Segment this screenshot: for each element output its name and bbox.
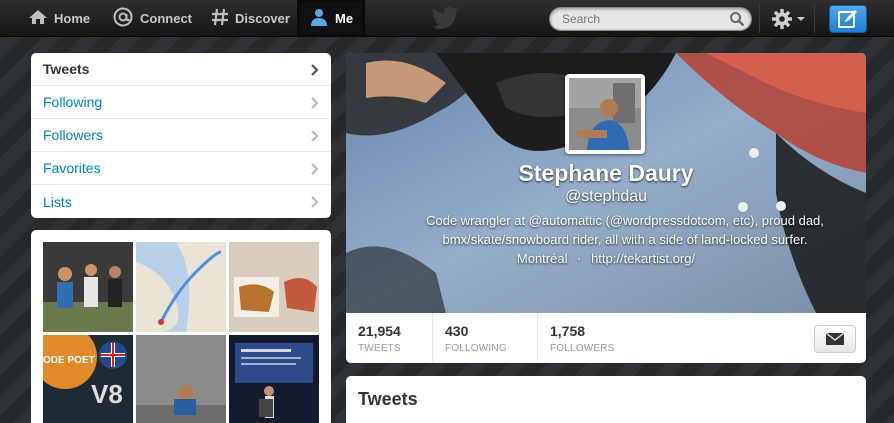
separator-dot: ·	[577, 251, 582, 266]
media-thumbnail[interactable]	[136, 242, 226, 332]
nav-connect-label: Connect	[140, 11, 192, 26]
nav-discover[interactable]: Discover	[211, 0, 290, 37]
stat-label: FOLLOWERS	[550, 343, 615, 354]
chevron-right-icon	[311, 196, 319, 208]
home-icon	[28, 9, 48, 28]
profile-nav-label: Followers	[43, 127, 103, 143]
nav-me[interactable]: Me	[297, 0, 365, 37]
avatar[interactable]	[565, 74, 645, 154]
chevron-right-icon	[311, 97, 319, 109]
profile-bio-line: bmx/skate/snowboard rider, all with a si…	[442, 232, 808, 247]
chevron-right-icon	[311, 163, 319, 175]
profile-stats: 21,954 TWEETS 430 FOLLOWING 1,758 FOLLOW…	[346, 313, 866, 363]
profile-location-line: Montréal · http://tekartist.org/	[346, 251, 866, 266]
top-navigation-bar: Home Connect Discover Me	[0, 0, 894, 37]
direct-message-button[interactable]	[814, 325, 856, 353]
profile-nav-label: Following	[43, 94, 103, 110]
chevron-right-icon	[311, 64, 319, 76]
search-icon[interactable]	[729, 11, 745, 27]
profile-nav-label: Lists	[43, 193, 72, 210]
profile-location: Montréal	[516, 251, 568, 266]
profile-header-image: Stephane Daury @stephdau Code wrangler a…	[346, 53, 866, 313]
profile-nav-tweets[interactable]: Tweets	[31, 53, 331, 86]
gear-icon[interactable]	[771, 8, 793, 30]
at-icon	[112, 7, 134, 30]
compose-icon	[838, 10, 857, 28]
nav-discover-label: Discover	[235, 11, 290, 26]
stat-following[interactable]: 430 FOLLOWING	[445, 323, 507, 354]
twitter-bird-icon[interactable]	[432, 6, 460, 30]
chevron-right-icon	[311, 130, 319, 142]
stat-value: 430	[445, 323, 469, 339]
stat-label: FOLLOWING	[445, 343, 507, 354]
media-thumbnail[interactable]	[43, 242, 133, 332]
profile-bio: Code wrangler at @automattic (@wordpress…	[346, 211, 866, 249]
profile-nav-lists[interactable]: Lists	[31, 185, 331, 218]
topbar-divider	[814, 4, 815, 33]
profile-nav-favorites[interactable]: Favorites	[31, 152, 331, 185]
profile-handle: @stephdau	[564, 188, 648, 205]
search-input[interactable]	[549, 7, 752, 31]
stat-value: 1,758	[550, 323, 586, 339]
profile-nav-label: Tweets	[43, 61, 90, 77]
nav-me-label: Me	[335, 11, 354, 26]
profile-card: Stephane Daury @stephdau Code wrangler a…	[346, 53, 866, 363]
profile-url-link[interactable]: http://tekartist.org/	[591, 251, 695, 266]
profile-nav-menu: Tweets Following Followers Favorites Lis…	[31, 53, 331, 218]
profile-bio-line: Code wrangler at @automattic (@wordpress…	[426, 213, 824, 228]
stat-label: TWEETS	[358, 343, 401, 354]
nav-connect[interactable]: Connect	[112, 0, 192, 37]
stat-divider	[537, 313, 538, 363]
recent-media-grid: V8 ODE POET	[31, 230, 331, 423]
stat-followers[interactable]: 1,758 FOLLOWERS	[550, 323, 615, 354]
profile-nav-followers[interactable]: Followers	[31, 119, 331, 152]
timeline-heading: Tweets	[358, 389, 418, 409]
hash-icon	[211, 8, 229, 29]
stat-tweets[interactable]: 21,954 TWEETS	[358, 323, 401, 354]
stat-value: 21,954	[358, 323, 401, 339]
nav-home[interactable]: Home	[28, 0, 90, 37]
topbar-divider	[759, 4, 760, 33]
nav-home-label: Home	[54, 11, 91, 26]
profile-nav-following[interactable]: Following	[31, 86, 331, 119]
stat-divider	[432, 313, 433, 363]
media-thumbnail[interactable]	[229, 335, 319, 423]
media-thumbnail[interactable]: V8 ODE POET	[43, 335, 133, 423]
person-icon	[309, 8, 329, 29]
compose-tweet-button[interactable]	[829, 5, 867, 33]
profile-nav-label: Favorites	[43, 160, 101, 176]
profile-name: Stephane Daury	[518, 160, 694, 186]
tweets-timeline: Tweets	[346, 376, 866, 423]
envelope-icon	[825, 332, 845, 345]
media-overlay-text: V8	[91, 379, 123, 409]
media-thumbnail[interactable]	[229, 242, 319, 332]
media-overlay-text: ODE POET	[43, 355, 95, 366]
media-thumbnail[interactable]	[136, 335, 226, 423]
chevron-down-icon[interactable]	[797, 17, 805, 21]
